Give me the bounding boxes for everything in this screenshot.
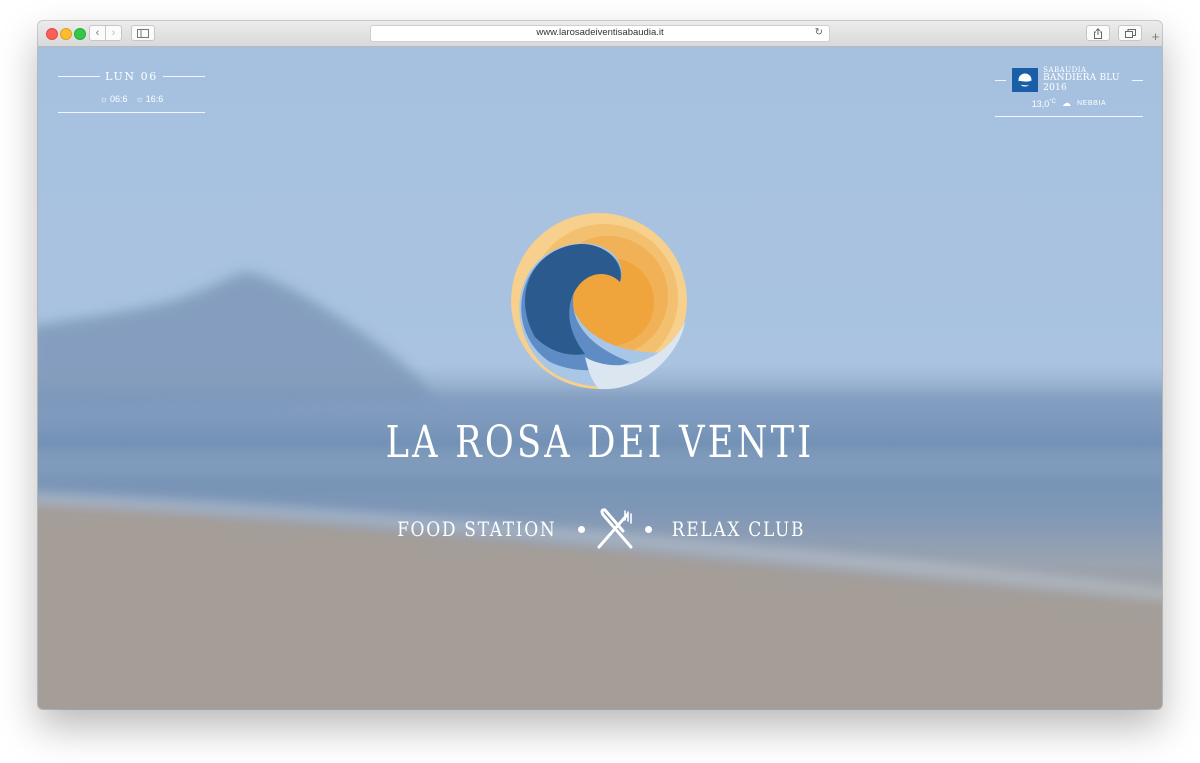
browser-window: ‹ › www.larosadeiventisabaudia.it ↻ + LU… xyxy=(38,21,1162,709)
sidebar-button[interactable] xyxy=(131,25,155,41)
browser-toolbar: ‹ › www.larosadeiventisabaudia.it ↻ + xyxy=(38,21,1162,47)
divider-line xyxy=(58,112,205,113)
share-button[interactable] xyxy=(1086,25,1110,41)
new-tab-button[interactable]: + xyxy=(1149,26,1162,46)
minimize-window-button[interactable] xyxy=(60,28,72,40)
close-window-button[interactable] xyxy=(46,28,58,40)
reload-icon[interactable]: ↻ xyxy=(815,27,823,38)
separator-dot xyxy=(645,525,653,533)
blue-flag-widget: SABAUDIA BANDIERA BLU 2016 13,0°C ☁ NEBB… xyxy=(995,66,1143,118)
flag-title: BANDIERA BLU 2016 xyxy=(1043,73,1120,93)
show-tabs-button[interactable] xyxy=(1118,25,1142,41)
fork-knife-icon xyxy=(597,508,633,549)
brand-title: LA ROSA DEI VENTI xyxy=(385,417,815,468)
chevron-right-icon: › xyxy=(111,27,116,39)
back-button[interactable]: ‹ xyxy=(89,25,106,41)
url-text: www.larosadeiventisabaudia.it xyxy=(536,27,664,38)
date-widget: LUN 06 ☼ 06:6 ☼ 16:6 xyxy=(58,70,205,113)
sunrise-item: ☼ 06:6 xyxy=(100,94,128,104)
weather-label: NEBBIA xyxy=(1076,100,1107,108)
address-bar[interactable]: www.larosadeiventisabaudia.it ↻ xyxy=(370,25,830,42)
sidebar-icon xyxy=(137,28,149,38)
plus-icon: + xyxy=(1151,28,1160,44)
tabs-icon xyxy=(1124,28,1136,38)
temperature-value: 13,0°C xyxy=(1031,98,1056,109)
chevron-left-icon: ‹ xyxy=(95,27,100,39)
sunset-icon: ☼ xyxy=(135,94,144,104)
brand-tagline: FOOD STATION RELAX CLUB xyxy=(38,507,1162,551)
sunrise-icon: ☼ xyxy=(99,94,108,104)
divider-line xyxy=(995,79,1007,81)
divider-line xyxy=(995,116,1143,118)
sunset-item: ☼ 16:6 xyxy=(136,94,164,104)
sunset-time: 16:6 xyxy=(145,94,164,104)
page-content: LUN 06 ☼ 06:6 ☼ 16:6 SABAUDIA BANDIERA B… xyxy=(38,47,1162,709)
tagline-food-station: FOOD STATION xyxy=(396,517,557,541)
share-icon xyxy=(1094,27,1102,39)
sunrise-time: 06:6 xyxy=(109,94,128,104)
blue-flag-icon xyxy=(1017,73,1034,87)
separator-dot xyxy=(578,525,586,533)
date-label: LUN 06 xyxy=(105,70,158,83)
tagline-relax-club: RELAX CLUB xyxy=(672,517,806,541)
divider-line xyxy=(1131,79,1143,81)
divider-line xyxy=(162,76,205,77)
blue-flag-logo[interactable] xyxy=(1012,68,1039,93)
wave-sun-logo[interactable] xyxy=(510,212,688,390)
forward-button[interactable]: › xyxy=(105,25,122,41)
zoom-window-button[interactable] xyxy=(74,28,86,40)
fog-icon: ☁ xyxy=(1061,98,1071,109)
divider-line xyxy=(58,76,100,77)
